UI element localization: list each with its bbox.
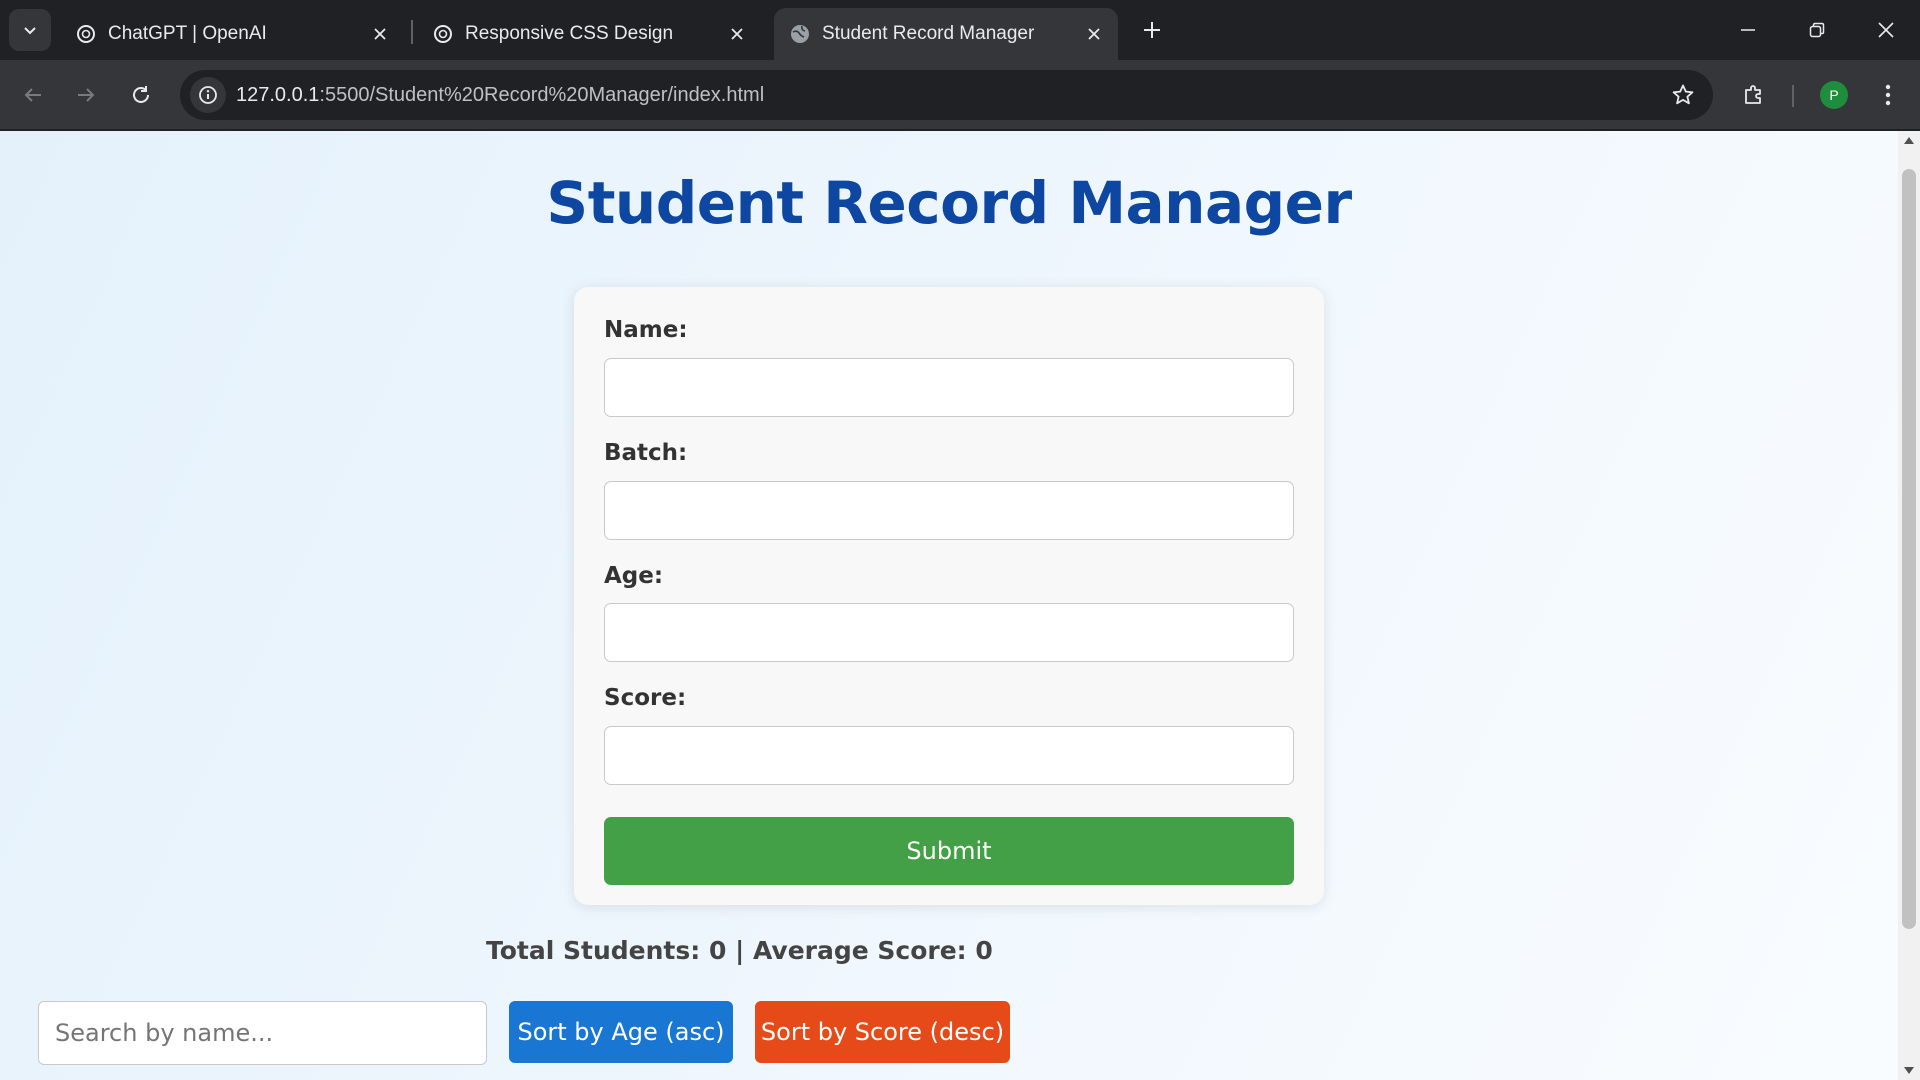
- close-window-button[interactable]: [1851, 0, 1920, 60]
- age-label: Age:: [604, 563, 664, 589]
- url-text: 127.0.0.1:5500/Student%20Record%20Manage…: [236, 83, 764, 107]
- tab-responsive-css[interactable]: Responsive CSS Design: [417, 8, 761, 60]
- plus-icon: [1144, 22, 1160, 38]
- name-label: Name:: [604, 317, 688, 343]
- tab-search-button[interactable]: [9, 9, 51, 51]
- batch-input[interactable]: [604, 481, 1294, 540]
- arrow-right-icon: [78, 88, 95, 102]
- site-info-button[interactable]: [190, 77, 226, 113]
- page-viewport: Student Record Manager Name: Batch: Age:…: [0, 131, 1898, 1080]
- openai-icon: [431, 22, 455, 46]
- page-scrollbar[interactable]: [1898, 131, 1920, 1080]
- forward-button[interactable]: [66, 75, 106, 115]
- tab-title: Student Record Manager: [822, 23, 1035, 44]
- back-button[interactable]: [13, 75, 53, 115]
- total-students-value: 0: [708, 936, 727, 965]
- puzzle-icon: [1745, 85, 1761, 104]
- restore-icon: [1809, 22, 1825, 38]
- average-score-value: 0: [975, 936, 993, 965]
- url-path: :5500/Student%20Record%20Manager/index.h…: [319, 84, 765, 106]
- batch-label: Batch:: [604, 440, 688, 466]
- chevron-down-icon: [24, 27, 36, 35]
- tab-strip: ChatGPT | OpenAI Responsive CSS Design S…: [0, 0, 1920, 60]
- tab-separator: [411, 20, 413, 44]
- average-score-label: Average Score:: [752, 936, 967, 965]
- url-host: 127.0.0.1: [236, 84, 320, 106]
- toolbar-divider: [1792, 85, 1794, 107]
- restore-button[interactable]: [1782, 0, 1852, 60]
- tab-title: ChatGPT | OpenAI: [108, 23, 267, 44]
- tab-student-record-manager[interactable]: Student Record Manager: [774, 8, 1118, 60]
- browser-menu-button[interactable]: [1870, 77, 1906, 113]
- minimize-button[interactable]: [1713, 0, 1783, 60]
- new-tab-button[interactable]: [1134, 12, 1170, 48]
- scroll-down-arrow[interactable]: [1904, 1067, 1914, 1074]
- tab-title: Responsive CSS Design: [465, 23, 674, 44]
- globe-icon: [788, 22, 812, 46]
- sort-age-button[interactable]: Sort by Age (asc): [509, 1001, 733, 1063]
- tab-chatgpt[interactable]: ChatGPT | OpenAI: [60, 8, 404, 60]
- scroll-thumb[interactable]: [1902, 169, 1916, 929]
- close-icon[interactable]: [725, 22, 749, 46]
- close-icon[interactable]: [1082, 22, 1106, 46]
- reload-icon: [133, 86, 149, 103]
- close-icon: [1878, 22, 1894, 38]
- info-icon: [199, 86, 217, 104]
- sort-score-button[interactable]: Sort by Score (desc): [755, 1001, 1010, 1063]
- close-icon[interactable]: [368, 22, 392, 46]
- age-input[interactable]: [604, 603, 1294, 662]
- student-form: Name: Batch: Age: Score: Submit: [574, 287, 1324, 905]
- reload-button[interactable]: [121, 75, 161, 115]
- score-label: Score:: [604, 685, 687, 711]
- name-input[interactable]: [604, 358, 1294, 417]
- openai-icon: [74, 22, 98, 46]
- search-input[interactable]: [38, 1001, 487, 1065]
- more-vert-icon: [1885, 84, 1891, 106]
- stats-separator: |: [735, 936, 745, 965]
- browser-toolbar: 127.0.0.1:5500/Student%20Record%20Manage…: [0, 60, 1920, 130]
- address-bar[interactable]: 127.0.0.1:5500/Student%20Record%20Manage…: [180, 70, 1713, 120]
- page-title: Student Record Manager: [546, 169, 1352, 237]
- arrow-left-icon: [24, 88, 41, 102]
- profile-avatar[interactable]: P: [1820, 81, 1848, 109]
- bookmark-button[interactable]: [1667, 79, 1699, 111]
- submit-button[interactable]: Submit: [604, 817, 1294, 885]
- minimize-icon: [1741, 29, 1755, 31]
- extensions-button[interactable]: [1736, 77, 1772, 113]
- scroll-up-arrow[interactable]: [1904, 137, 1914, 144]
- stats-summary: Total Students: 0 | Average Score: 0: [486, 936, 993, 965]
- total-students-label: Total Students:: [486, 936, 701, 965]
- score-input[interactable]: [604, 726, 1294, 785]
- star-icon: [1672, 84, 1694, 105]
